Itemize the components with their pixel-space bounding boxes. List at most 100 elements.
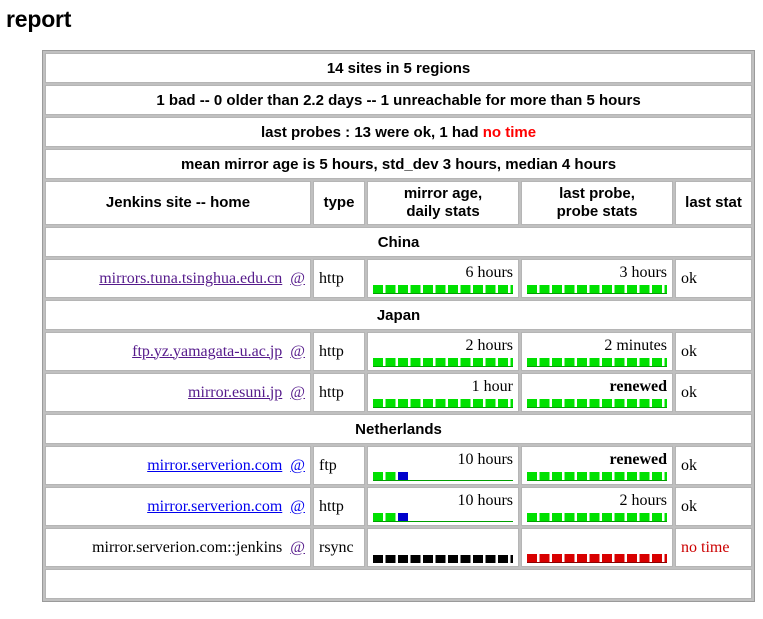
probe-stats-bar — [527, 358, 667, 367]
column-header-label: Jenkins site -- home — [105, 194, 251, 211]
mirror-age-cell: 1 hour — [367, 373, 519, 412]
last-stat-value: ok — [681, 383, 697, 401]
last-probe-value: renewed — [609, 378, 667, 395]
page-title: report — [6, 6, 72, 32]
mirror-type-cell: http — [313, 373, 365, 412]
mirror-age-daily-stats-bar — [373, 399, 513, 408]
mirror-site-cell: mirrors.tuna.tsinghua.edu.cn @ — [45, 259, 311, 298]
last-probe-value: 2 minutes — [604, 337, 667, 354]
column-header-last-probe: last probe, probe stats — [521, 181, 673, 225]
column-header-last-stat: last stat — [675, 181, 753, 225]
region-header-row — [45, 569, 753, 599]
column-header-type: type — [313, 181, 365, 225]
last-stat-cell: ok — [675, 487, 753, 526]
region-header-clipped — [45, 569, 753, 599]
mirror-age-cell: 10 hours — [367, 487, 519, 526]
summary-banner-row: 14 sites in 5 regions — [45, 53, 753, 83]
summary-banner-2: 1 bad -- 0 older than 2.2 days -- 1 unre… — [45, 85, 753, 115]
mirror-host-link[interactable]: mirror.esuni.jp — [188, 384, 282, 401]
mirror-host-link[interactable]: ftp.yz.yamagata-u.ac.jp — [132, 343, 282, 360]
last-probe-cell — [521, 528, 673, 567]
mirror-row: mirror.serverion.com @ ftp 10 hours renewed o… — [45, 446, 753, 485]
mirror-site-cell: mirror.serverion.com @ — [45, 487, 311, 526]
mirror-type-cell: http — [313, 259, 365, 298]
mirror-type-label: rsync — [319, 538, 354, 556]
probe-stats-bar — [527, 399, 667, 408]
region-header-row: China — [45, 227, 753, 257]
last-stat-cell: ok — [675, 446, 753, 485]
mirror-home-at-link[interactable]: @ — [290, 457, 305, 474]
mirror-host-text: mirror.serverion.com::jenkins — [92, 538, 283, 556]
region-header-japan: Japan — [45, 300, 753, 330]
mirror-site-cell: mirror.serverion.com @ — [45, 446, 311, 485]
mirror-age-value: 6 hours — [465, 264, 513, 281]
mirror-age-value — [373, 533, 513, 552]
summary-banner-row: mean mirror age is 5 hours, std_dev 3 ho… — [45, 149, 753, 179]
mirror-age-cell: 6 hours — [367, 259, 519, 298]
mirror-host-link[interactable]: mirror.serverion.com — [147, 457, 282, 474]
last-stat-value: no time — [681, 538, 730, 556]
last-stat-value: ok — [681, 342, 697, 360]
mirror-type-label: http — [319, 342, 344, 360]
mirror-age-value: 1 hour — [471, 378, 513, 395]
column-header-label: probe stats — [556, 203, 638, 220]
mirror-age-daily-stats-bar — [373, 285, 513, 294]
mirror-type-label: ftp — [319, 456, 337, 474]
summary-banner-4: mean mirror age is 5 hours, std_dev 3 ho… — [45, 149, 753, 179]
probe-stats-bar — [527, 513, 667, 522]
mirror-age-daily-stats-bar — [373, 513, 513, 522]
last-probe-cell: 3 hours — [521, 259, 673, 298]
probe-stats-bar — [527, 554, 667, 563]
region-name: Netherlands — [355, 420, 442, 438]
mirror-report-table: 14 sites in 5 regions 1 bad -- 0 older th… — [42, 50, 756, 602]
last-probe-value: 2 hours — [619, 492, 667, 509]
mirror-type-label: http — [319, 269, 344, 287]
column-header-row: Jenkins site -- home type mirror age, daily… — [45, 181, 753, 225]
probe-stats-bar — [527, 472, 667, 481]
last-probe-value: renewed — [609, 451, 667, 468]
last-stat-cell: ok — [675, 332, 753, 371]
banner-text: 14 sites in 5 regions — [326, 59, 471, 77]
region-header-row: Netherlands — [45, 414, 753, 444]
mirror-row: mirror.esuni.jp @ http 1 hour renewed ok — [45, 373, 753, 412]
column-header-label: last probe, — [559, 185, 635, 202]
column-header-label: daily stats — [406, 203, 480, 220]
last-probe-value: 3 hours — [619, 264, 667, 281]
mirror-row: mirrors.tuna.tsinghua.edu.cn @ http 6 hours… — [45, 259, 753, 298]
column-header-label: mirror age, — [403, 185, 483, 202]
mirror-host-link[interactable]: mirror.serverion.com — [147, 498, 282, 515]
last-stat-value: ok — [681, 269, 697, 287]
mirror-age-cell — [367, 528, 519, 567]
last-stat-cell: no time — [675, 528, 753, 567]
last-probe-cell: renewed — [521, 446, 673, 485]
mirror-type-cell: http — [313, 487, 365, 526]
column-header-site: Jenkins site -- home — [45, 181, 311, 225]
mirror-age-value: 10 hours — [457, 492, 513, 509]
summary-banner-row: 1 bad -- 0 older than 2.2 days -- 1 unre… — [45, 85, 753, 115]
mirror-host-link[interactable]: mirrors.tuna.tsinghua.edu.cn — [99, 270, 282, 287]
mirror-type-label: http — [319, 497, 344, 515]
mirror-home-at-link[interactable]: @ — [290, 498, 305, 515]
banner-alert-text: no time — [482, 123, 537, 141]
banner-text: 1 bad -- 0 older than 2.2 days -- 1 unre… — [156, 91, 641, 109]
mirror-home-at-link[interactable]: @ — [290, 270, 305, 287]
mirror-type-cell: ftp — [313, 446, 365, 485]
last-stat-value: ok — [681, 497, 697, 515]
mirror-type-cell: rsync — [313, 528, 365, 567]
mirror-home-at-link[interactable]: @ — [290, 343, 305, 360]
report-table-container: 14 sites in 5 regions 1 bad -- 0 older th… — [42, 50, 756, 602]
column-header-label: last stat — [685, 194, 742, 211]
last-probe-cell: 2 minutes — [521, 332, 673, 371]
mirror-row: mirror.serverion.com @ http 10 hours 2 hours… — [45, 487, 753, 526]
region-header-china: China — [45, 227, 753, 257]
banner-text: mean mirror age is 5 hours, std_dev 3 ho… — [180, 155, 617, 173]
mirror-home-at-link[interactable]: @ — [290, 539, 305, 556]
mirror-type-label: http — [319, 383, 344, 401]
probe-stats-bar — [527, 285, 667, 294]
mirror-home-at-link[interactable]: @ — [290, 384, 305, 401]
column-header-label: type — [323, 194, 355, 211]
last-probe-cell: renewed — [521, 373, 673, 412]
summary-banner-3: last probes : 13 were ok, 1 had no time — [45, 117, 753, 147]
region-header-row: Japan — [45, 300, 753, 330]
mirror-site-cell: mirror.serverion.com::jenkins @ — [45, 528, 311, 567]
